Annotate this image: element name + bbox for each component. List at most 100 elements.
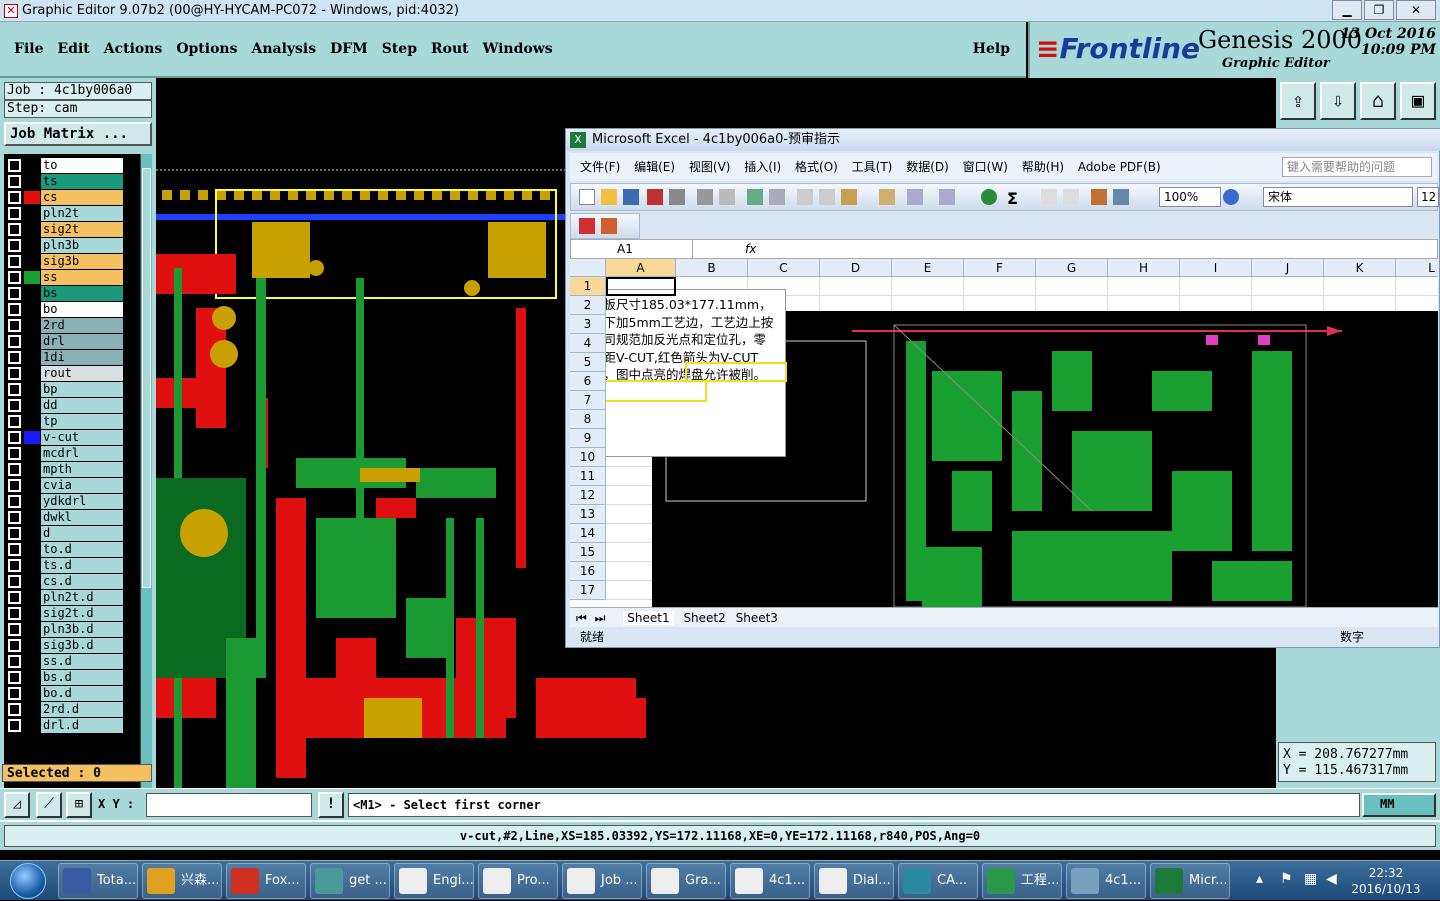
layer-color-swatch[interactable] (24, 383, 40, 396)
layer-name[interactable]: pln2t.d (41, 590, 123, 605)
layer-row-ss[interactable]: ss (4, 270, 140, 285)
chart-wizard-icon[interactable] (1091, 189, 1107, 205)
layer-name[interactable]: cs (41, 190, 123, 205)
excel-menu-insert[interactable]: 插入(I) (744, 160, 781, 174)
excel-menu-file[interactable]: 文件(F) (580, 160, 620, 174)
layer-name[interactable]: dwkl (41, 510, 123, 525)
row-header-15[interactable]: 15 (570, 543, 606, 562)
layer-checkbox[interactable] (8, 239, 21, 252)
layer-name[interactable]: bs.d (41, 670, 123, 685)
layer-color-swatch[interactable] (24, 415, 40, 428)
menu-file[interactable]: File (14, 41, 43, 57)
fx-icon[interactable]: fx (745, 240, 756, 258)
layer-checkbox[interactable] (8, 543, 21, 556)
layer-name[interactable]: cvia (41, 478, 123, 493)
print-icon[interactable] (697, 189, 713, 205)
layer-name[interactable]: ss (41, 270, 123, 285)
layer-color-swatch[interactable] (24, 175, 40, 188)
help-icon[interactable] (1223, 189, 1239, 205)
column-header-h[interactable]: H (1108, 259, 1180, 277)
layer-row-sig3b[interactable]: sig3b (4, 254, 140, 269)
spreadsheet-grid[interactable]: 拼板尺寸185.03*177.11mm，上下加5mm工艺边，工艺边上按我司规范加… (570, 259, 1438, 607)
layer-color-swatch[interactable] (24, 159, 40, 172)
menu-analysis[interactable]: Analysis (251, 41, 316, 57)
layer-name[interactable]: to.d (41, 542, 123, 557)
taskbar-item[interactable]: Dial... (814, 863, 894, 899)
taskbar-item[interactable]: 工程... (982, 863, 1062, 899)
layer-name[interactable]: 2rd (41, 318, 123, 333)
home-icon[interactable]: ⌂ (1360, 82, 1396, 120)
layer-row-ts-d[interactable]: ts.d (4, 558, 140, 573)
layer-color-swatch[interactable] (24, 303, 40, 316)
paste-icon[interactable] (841, 189, 857, 205)
grid-icon[interactable]: ⊞ (66, 792, 92, 818)
units-select[interactable]: MM (1362, 793, 1436, 817)
layer-color-swatch[interactable] (24, 527, 40, 540)
column-header-a[interactable]: A (606, 259, 676, 277)
layer-name[interactable]: drl (41, 334, 123, 349)
layer-color-swatch[interactable] (24, 703, 40, 716)
minimize-button[interactable]: ▁ (1332, 0, 1362, 20)
layer-row-sig3b-d[interactable]: sig3b.d (4, 638, 140, 653)
print-preview-icon[interactable] (719, 189, 735, 205)
close-button[interactable]: ✕ (1396, 0, 1436, 20)
new-icon[interactable] (579, 189, 595, 205)
layer-row-cvia[interactable]: cvia (4, 478, 140, 493)
layer-checkbox[interactable] (8, 511, 21, 524)
layer-name[interactable]: bp (41, 382, 123, 397)
sheet-nav-first-icon[interactable]: ⏮ (576, 611, 587, 625)
layer-name[interactable]: ss.d (41, 654, 123, 669)
excel-menu-edit[interactable]: 编辑(E) (634, 160, 675, 174)
spelling-icon[interactable] (747, 189, 763, 205)
row-header-7[interactable]: 7 (570, 391, 606, 410)
layer-checkbox[interactable] (8, 623, 21, 636)
taskbar-item[interactable]: Fox... (226, 863, 306, 899)
layer-checkbox[interactable] (8, 175, 21, 188)
row-header-5[interactable]: 5 (570, 353, 606, 372)
layer-row-2rd-d[interactable]: 2rd.d (4, 702, 140, 717)
layer-color-swatch[interactable] (24, 223, 40, 236)
layer-color-swatch[interactable] (24, 255, 40, 268)
menu-dfm[interactable]: DFM (330, 41, 368, 57)
layer-row-bs-d[interactable]: bs.d (4, 670, 140, 685)
layer-color-swatch[interactable] (24, 559, 40, 572)
column-header-d[interactable]: D (820, 259, 892, 277)
taskbar-item[interactable]: Tota... (58, 863, 138, 899)
layer-color-swatch[interactable] (24, 207, 40, 220)
layer-checkbox[interactable] (8, 655, 21, 668)
layer-checkbox[interactable] (8, 703, 21, 716)
layer-row-mpth[interactable]: mpth (4, 462, 140, 477)
name-box[interactable]: A1 (571, 240, 693, 258)
row-header-8[interactable]: 8 (570, 410, 606, 429)
layer-name[interactable]: drl.d (41, 718, 123, 733)
menu-options[interactable]: Options (176, 41, 237, 57)
active-cell[interactable] (606, 277, 676, 296)
layer-color-swatch[interactable] (24, 399, 40, 412)
tray-volume-icon[interactable]: ◀ (1326, 871, 1337, 887)
layer-row-ydkdrl[interactable]: ydkdrl (4, 494, 140, 509)
layer-color-swatch[interactable] (24, 463, 40, 476)
layer-row-cs[interactable]: cs (4, 190, 140, 205)
layer-row-drl-d[interactable]: drl.d (4, 718, 140, 733)
layer-color-swatch[interactable] (24, 271, 40, 284)
layer-name[interactable]: d (41, 526, 123, 541)
tab-sheet2[interactable]: Sheet2 (683, 611, 725, 625)
menu-step[interactable]: Step (382, 41, 417, 57)
autosum-icon[interactable]: Σ (1007, 189, 1023, 208)
layer-row-tp[interactable]: tp (4, 414, 140, 429)
row-header-16[interactable]: 16 (570, 562, 606, 581)
permission-icon[interactable] (647, 189, 663, 205)
layer-name[interactable]: pln3b.d (41, 622, 123, 637)
save-icon[interactable]: ⇪ (1280, 82, 1316, 120)
layer-color-swatch[interactable] (24, 495, 40, 508)
zoom-select[interactable]: 100% (1159, 187, 1221, 207)
row-header-4[interactable]: 4 (570, 334, 606, 353)
taskbar-item[interactable]: Micr... (1150, 863, 1230, 899)
taskbar-item[interactable]: 4c1... (730, 863, 810, 899)
layer-name[interactable]: 2rd.d (41, 702, 123, 717)
row-header-12[interactable]: 12 (570, 486, 606, 505)
start-button[interactable] (2, 861, 54, 901)
tab-sheet3[interactable]: Sheet3 (736, 611, 778, 625)
open-icon[interactable]: ⇩ (1320, 82, 1356, 120)
email-icon[interactable] (669, 189, 685, 205)
